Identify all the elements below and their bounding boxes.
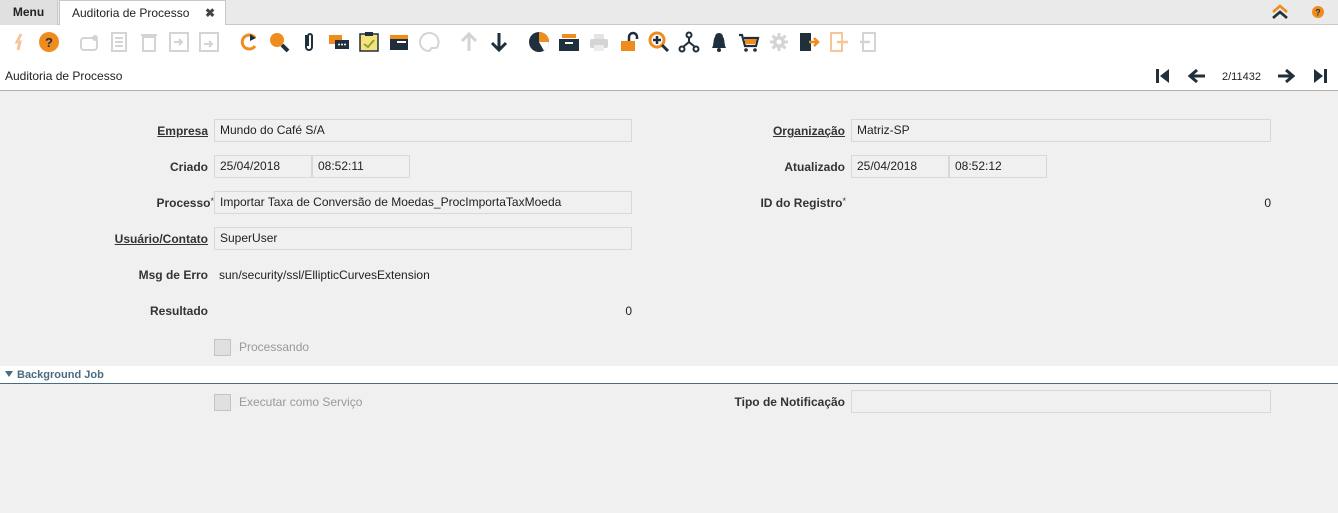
- tipo-notificacao-label: Tipo de Notificação: [734, 395, 845, 409]
- collapse-up-icon[interactable]: [1270, 3, 1290, 21]
- chat-icon[interactable]: [326, 29, 352, 55]
- tab-label: Auditoria de Processo: [72, 6, 190, 20]
- exit-icon[interactable]: [796, 29, 822, 55]
- record-header: Auditoria de Processo 2/11432: [0, 60, 1338, 91]
- archive-icon[interactable]: [386, 29, 412, 55]
- delete-icon[interactable]: [136, 29, 162, 55]
- processo-label: Processo*: [100, 196, 214, 210]
- criado-date-field[interactable]: 25/04/2018: [214, 155, 312, 178]
- required-mark: *: [842, 196, 846, 206]
- id-registro-value: 0: [1264, 196, 1271, 210]
- organizacao-field[interactable]: Matriz-SP: [851, 119, 1271, 142]
- new-record-icon[interactable]: [76, 29, 102, 55]
- find-icon[interactable]: [266, 29, 292, 55]
- svg-text:?: ?: [1315, 8, 1321, 18]
- lock-icon[interactable]: [616, 29, 642, 55]
- organizacao-label[interactable]: Organização: [720, 124, 845, 138]
- record-counter: 2/11432: [1222, 71, 1261, 83]
- executar-servico-label: Executar como Serviço: [239, 395, 363, 409]
- report-icon[interactable]: [556, 29, 582, 55]
- page-title: Auditoria de Processo: [5, 69, 123, 83]
- help-icon[interactable]: ?: [36, 29, 62, 55]
- empresa-field[interactable]: Mundo do Café S/A: [214, 119, 632, 142]
- background-job-section-header[interactable]: Background Job: [0, 366, 1338, 384]
- id-registro-label: ID do Registro*: [720, 196, 846, 210]
- save-icon[interactable]: [166, 29, 192, 55]
- post-it-icon[interactable]: [356, 29, 382, 55]
- atualizado-label: Atualizado: [784, 160, 845, 174]
- next-record-icon[interactable]: [1276, 66, 1296, 86]
- chart-icon[interactable]: [526, 29, 552, 55]
- criado-label: Criado: [169, 160, 208, 174]
- msg-erro-value: sun/security/ssl/EllipticCurvesExtension: [219, 268, 430, 282]
- toolbar: ?: [0, 25, 1338, 60]
- print-icon[interactable]: [586, 29, 612, 55]
- cart-icon[interactable]: [736, 29, 762, 55]
- tab-bar: Menu Auditoria de Processo ✖ ?: [0, 0, 1338, 26]
- tab-menu[interactable]: Menu: [0, 0, 58, 25]
- executar-servico-checkbox[interactable]: [214, 394, 231, 411]
- tipo-notificacao-field[interactable]: [851, 390, 1271, 413]
- section-title: Background Job: [17, 369, 104, 381]
- copy-record-icon[interactable]: [106, 29, 132, 55]
- id-registro-label-text: ID do Registro: [760, 196, 843, 210]
- msg-erro-label: Msg de Erro: [138, 268, 208, 282]
- attachment-icon[interactable]: [296, 29, 322, 55]
- import-icon[interactable]: [856, 29, 882, 55]
- notification-icon[interactable]: [706, 29, 732, 55]
- svg-text:?: ?: [45, 35, 53, 50]
- undo-icon[interactable]: [6, 29, 32, 55]
- first-record-icon[interactable]: [1153, 66, 1173, 86]
- detail-record-icon[interactable]: [486, 29, 512, 55]
- usuario-contato-field[interactable]: SuperUser: [214, 227, 632, 250]
- refresh-icon[interactable]: [236, 29, 262, 55]
- help-icon[interactable]: ?: [1308, 3, 1328, 21]
- tab-auditoria-processo[interactable]: Auditoria de Processo ✖: [59, 0, 226, 26]
- zoom-across-icon[interactable]: [646, 29, 672, 55]
- resultado-label: Resultado: [149, 304, 208, 318]
- caret-down-icon: [5, 371, 13, 377]
- processando-label: Processando: [239, 340, 310, 354]
- processo-field[interactable]: Importar Taxa de Conversão de Moedas_Pro…: [214, 191, 632, 214]
- workflow-icon[interactable]: [676, 29, 702, 55]
- last-record-icon[interactable]: [1310, 66, 1330, 86]
- usuario-contato-label[interactable]: Usuário/Contato: [80, 232, 208, 246]
- processando-checkbox[interactable]: [214, 339, 231, 356]
- criado-time-field[interactable]: 08:52:11: [312, 155, 410, 178]
- atualizado-time-field[interactable]: 08:52:12: [949, 155, 1047, 178]
- palette-icon[interactable]: [416, 29, 442, 55]
- previous-record-icon[interactable]: [1187, 66, 1207, 86]
- empresa-label[interactable]: Empresa: [100, 124, 208, 138]
- processo-label-text: Processo: [156, 196, 211, 210]
- close-icon[interactable]: ✖: [205, 1, 215, 26]
- save-new-icon[interactable]: [196, 29, 222, 55]
- resultado-value: 0: [625, 304, 632, 318]
- process-icon[interactable]: [766, 29, 792, 55]
- atualizado-date-field[interactable]: 25/04/2018: [851, 155, 949, 178]
- parent-record-icon[interactable]: [456, 29, 482, 55]
- export-icon[interactable]: [826, 29, 852, 55]
